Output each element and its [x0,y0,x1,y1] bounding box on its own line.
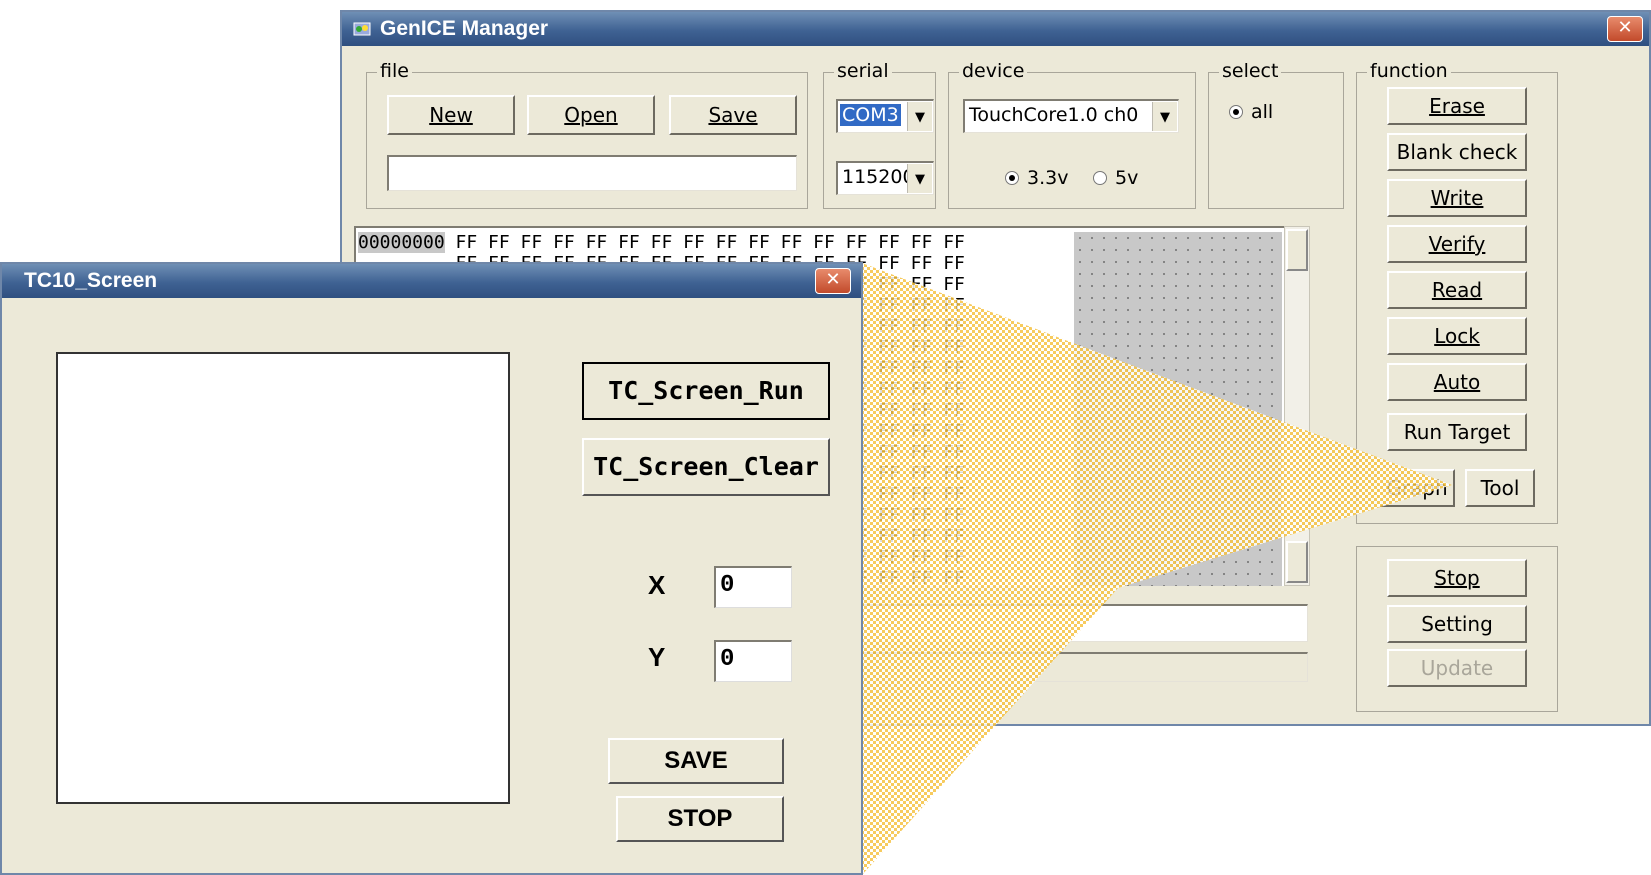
tool-button[interactable]: Tool [1465,469,1535,507]
close-icon[interactable]: ✕ [1607,16,1643,42]
serial-group-legend: serial [834,60,892,82]
voltage-radio-3v3[interactable]: 3.3v [1005,167,1068,189]
read-button-label: Read [1431,278,1483,302]
control-group: Stop Setting Update [1356,546,1558,712]
select-group: select all [1208,60,1344,209]
hex-address: 00000000 [358,232,445,253]
tool-button-label: Tool [1480,476,1520,500]
function-group-legend: function [1367,60,1451,82]
select-group-legend: select [1219,60,1282,82]
voltage-3v3-label: 3.3v [1027,167,1069,189]
verify-button-label: Verify [1428,232,1486,256]
tc10-window-title: TC10_Screen [24,269,158,292]
run-target-button-label: Run Target [1403,420,1511,444]
device-select[interactable]: TouchCore1.0 ch0 ▼ [963,99,1179,133]
tc-screen-clear-label: TC_Screen_Clear [593,452,819,481]
graph-button-label: Graph [1386,476,1448,500]
new-button-label: New [429,103,473,127]
write-button[interactable]: Write [1387,179,1527,217]
device-group-legend: device [959,60,1028,82]
graph-button[interactable]: Graph [1379,469,1455,507]
serial-port-select[interactable]: COM3 ▼ [836,99,934,133]
radio-checked-icon [1229,105,1243,119]
verify-button[interactable]: Verify [1387,225,1527,263]
stop-capture-label: STOP [667,805,733,832]
file-path-field[interactable] [387,155,797,191]
baud-rate-select[interactable]: 115200 ▼ [836,161,934,195]
stop-capture-button[interactable]: STOP [616,796,784,842]
scrollbar-down-thumb[interactable] [1286,541,1308,583]
select-all-radio[interactable]: all [1229,101,1273,123]
blank-check-button[interactable]: Blank check [1387,133,1527,171]
save-button[interactable]: Save [669,95,797,135]
update-button[interactable]: Update [1387,649,1527,687]
erase-button-label: Erase [1429,94,1485,118]
device-value: TouchCore1.0 ch0 [969,104,1139,126]
auto-button-label: Auto [1433,370,1481,394]
chevron-down-icon[interactable]: ▼ [907,102,932,131]
tc-screen-clear-button[interactable]: TC_Screen_Clear [582,438,830,496]
erase-button[interactable]: Erase [1387,87,1527,125]
baud-rate-value: 115200 [842,166,915,188]
x-value-field[interactable]: 0 [714,566,792,608]
radio-unchecked-icon [1093,171,1107,185]
serial-port-value: COM3 [840,104,901,126]
window-title: GenICE Manager [380,17,549,40]
chevron-down-icon[interactable]: ▼ [1152,102,1177,131]
stop-button-label: Stop [1434,566,1480,590]
lock-button-label: Lock [1434,324,1480,348]
file-group-legend: file [377,60,412,82]
save-capture-button[interactable]: SAVE [608,738,784,784]
hex-ascii-pane [1074,232,1282,586]
write-button-label: Write [1430,186,1484,210]
save-capture-label: SAVE [664,747,728,774]
tc10-screen-window: TC10_Screen ✕ TC_Screen_Run TC_Screen_Cl… [0,262,863,875]
app-icon [353,22,371,36]
touch-screen-canvas[interactable] [56,352,510,804]
tc-screen-run-button[interactable]: TC_Screen_Run [582,362,830,420]
close-icon[interactable]: ✕ [815,268,851,294]
tc-screen-run-label: TC_Screen_Run [608,376,804,405]
read-button[interactable]: Read [1387,271,1527,309]
file-group: file New Open Save [366,60,808,209]
voltage-radio-5v[interactable]: 5v [1093,167,1138,189]
y-value-field[interactable]: 0 [714,640,792,682]
stop-button[interactable]: Stop [1387,559,1527,597]
x-label: X [648,570,666,600]
setting-button-label: Setting [1421,612,1493,636]
save-button-label: Save [708,103,758,127]
tc10-titlebar[interactable]: TC10_Screen ✕ [2,264,861,298]
scrollbar-up-thumb[interactable] [1286,229,1308,271]
serial-group: serial COM3 ▼ 115200 ▼ [823,60,936,209]
auto-button[interactable]: Auto [1387,363,1527,401]
function-group: function Erase Blank check Write Verify … [1356,60,1558,524]
blank-check-button-label: Blank check [1396,140,1518,164]
open-button[interactable]: Open [527,95,655,135]
open-button-label: Open [564,103,618,127]
hex-scrollbar[interactable] [1284,226,1310,586]
genice-titlebar[interactable]: GenICE Manager ✕ [342,12,1649,46]
voltage-5v-label: 5v [1115,167,1139,189]
run-target-button[interactable]: Run Target [1387,413,1527,451]
setting-button[interactable]: Setting [1387,605,1527,643]
lock-button[interactable]: Lock [1387,317,1527,355]
update-button-label: Update [1420,656,1494,680]
y-label: Y [648,642,666,672]
chevron-down-icon[interactable]: ▼ [907,164,932,193]
hex-row: 00000000 FF FF FF FF FF FF FF FF FF FF F… [358,232,965,253]
select-all-label: all [1251,101,1274,123]
new-button[interactable]: New [387,95,515,135]
device-group: device TouchCore1.0 ch0 ▼ 3.3v 5v [948,60,1196,209]
radio-checked-icon [1005,171,1019,185]
